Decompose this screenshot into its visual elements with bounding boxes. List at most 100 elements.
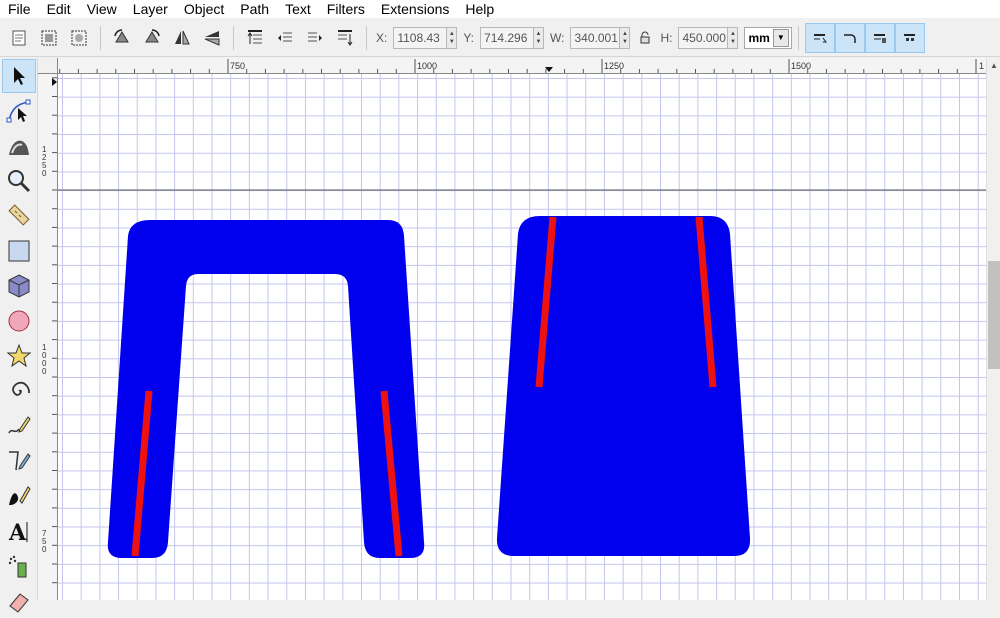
raise-to-top-icon <box>247 29 262 44</box>
rectangle-tool[interactable] <box>2 234 36 268</box>
eraser-tool[interactable] <box>2 584 36 618</box>
w-spinner[interactable]: ▲ ▼ <box>620 26 631 49</box>
select-all-layers-icon <box>41 30 57 45</box>
select-all-button[interactable] <box>5 24 33 52</box>
zoom-icon <box>8 170 31 193</box>
pencil-icon <box>8 416 31 434</box>
x-spinner[interactable]: ▲ ▼ <box>447 26 458 49</box>
ruler-label: 1250 <box>42 145 47 178</box>
x-label: X: <box>376 30 388 45</box>
tweak-icon <box>9 140 29 155</box>
spiral-icon <box>12 381 30 396</box>
x-input[interactable]: 1108.43 <box>393 26 448 49</box>
text-tool[interactable]: A <box>2 514 36 548</box>
move-gradients-toggle[interactable] <box>864 22 895 53</box>
menu-edit[interactable]: Edit <box>39 0 79 18</box>
node-editor-icon <box>6 99 31 123</box>
spray-tool[interactable] <box>2 549 36 583</box>
horizontal-ruler[interactable]: 750 1000 1250 1500 1 <box>58 58 986 74</box>
toolbar-separator <box>366 25 367 50</box>
ruler-label: 750 <box>42 529 47 554</box>
measure-tool[interactable] <box>2 199 36 233</box>
3d-box-tool[interactable] <box>2 269 36 303</box>
ellipse-tool[interactable] <box>2 304 36 338</box>
menu-filters[interactable]: Filters <box>319 0 373 18</box>
star-tool[interactable] <box>2 339 36 373</box>
y-label: Y: <box>463 30 475 45</box>
lower-button[interactable] <box>301 24 329 52</box>
raise-button[interactable] <box>271 24 299 52</box>
scroll-up-icon[interactable]: ▲ <box>987 58 1000 72</box>
toolbar-separator <box>233 25 234 50</box>
ruler-label: 750 <box>230 61 245 71</box>
rotate-cw-icon <box>145 28 160 42</box>
flip-horizontal-button[interactable] <box>168 24 196 52</box>
w-label: W: <box>550 30 565 45</box>
chevron-down-icon: ▼ <box>772 28 789 47</box>
rotate-ccw-button[interactable] <box>108 24 136 52</box>
scale-stroke-toggle[interactable] <box>804 22 835 53</box>
y-input[interactable]: 714.296 <box>480 26 535 49</box>
lock-proportions-button[interactable] <box>634 24 656 52</box>
arch-shape[interactable] <box>107 220 425 558</box>
tweak-tool[interactable] <box>2 129 36 163</box>
svg-text:A: A <box>8 520 27 544</box>
h-input[interactable]: 450.000 <box>678 26 729 49</box>
menu-file[interactable]: File <box>0 0 39 18</box>
scale-corners-toggle[interactable] <box>834 22 865 53</box>
lower-to-bottom-icon <box>338 29 353 46</box>
ruler-corner <box>38 58 58 74</box>
menu-view[interactable]: View <box>79 0 125 18</box>
scale-stroke-icon <box>813 33 827 42</box>
menu-help[interactable]: Help <box>457 0 502 18</box>
text-icon: A <box>8 520 28 544</box>
height-control: H: 450.000 ▲ ▼ <box>660 26 739 49</box>
menu-object[interactable]: Object <box>176 0 232 18</box>
ruler-pointer-icon <box>52 78 57 86</box>
raise-icon <box>278 32 292 41</box>
deselect-button[interactable] <box>65 24 93 52</box>
scrollbar-thumb[interactable] <box>988 261 1000 369</box>
y-spinner[interactable]: ▲ ▼ <box>534 26 545 49</box>
star-icon <box>6 343 32 368</box>
select-all-layers-button[interactable] <box>35 24 63 52</box>
eraser-icon <box>9 593 29 613</box>
w-input[interactable]: 340.001 <box>570 26 621 49</box>
select-all-icon <box>12 30 26 45</box>
x-coordinate-control: X: 1108.43 ▲ ▼ <box>376 26 458 49</box>
node-tool[interactable] <box>2 94 36 128</box>
menu-layer[interactable]: Layer <box>125 0 176 18</box>
pencil-tool[interactable] <box>2 409 36 443</box>
zoom-tool[interactable] <box>2 164 36 198</box>
spiral-tool[interactable] <box>2 374 36 408</box>
vertical-scrollbar[interactable]: ▲ <box>986 58 1000 600</box>
toolbar-separator <box>100 25 101 50</box>
menu-text[interactable]: Text <box>277 0 319 18</box>
lower-icon <box>308 32 322 41</box>
measure-icon <box>8 204 30 226</box>
y-coordinate-control: Y: 714.296 ▲ ▼ <box>463 26 545 49</box>
calligraphy-tool[interactable] <box>2 479 36 513</box>
unit-select[interactable]: mm ▼ <box>744 26 792 49</box>
ellipse-icon <box>8 310 30 332</box>
unit-value: mm <box>748 30 770 45</box>
flip-vertical-button[interactable] <box>198 24 226 52</box>
raise-to-top-button[interactable] <box>241 24 269 52</box>
flip-horizontal-icon <box>175 30 190 44</box>
lower-to-bottom-button[interactable] <box>331 24 359 52</box>
h-spinner[interactable]: ▲ ▼ <box>728 26 739 49</box>
rectangle-icon <box>8 240 30 262</box>
spray-icon <box>8 555 27 578</box>
deselect-icon <box>71 30 87 45</box>
vertical-ruler[interactable]: 1250 1000 750 <box>38 74 58 600</box>
menu-path[interactable]: Path <box>232 0 277 18</box>
calligraphy-icon <box>9 486 31 505</box>
flip-vertical-icon <box>204 30 220 46</box>
toolbox: A <box>0 58 38 613</box>
menu-extensions[interactable]: Extensions <box>373 0 457 18</box>
drawing-canvas[interactable] <box>58 74 986 600</box>
pen-tool[interactable] <box>2 444 36 478</box>
rotate-cw-button[interactable] <box>138 24 166 52</box>
move-patterns-toggle[interactable] <box>894 22 925 53</box>
selector-tool[interactable] <box>2 59 36 93</box>
